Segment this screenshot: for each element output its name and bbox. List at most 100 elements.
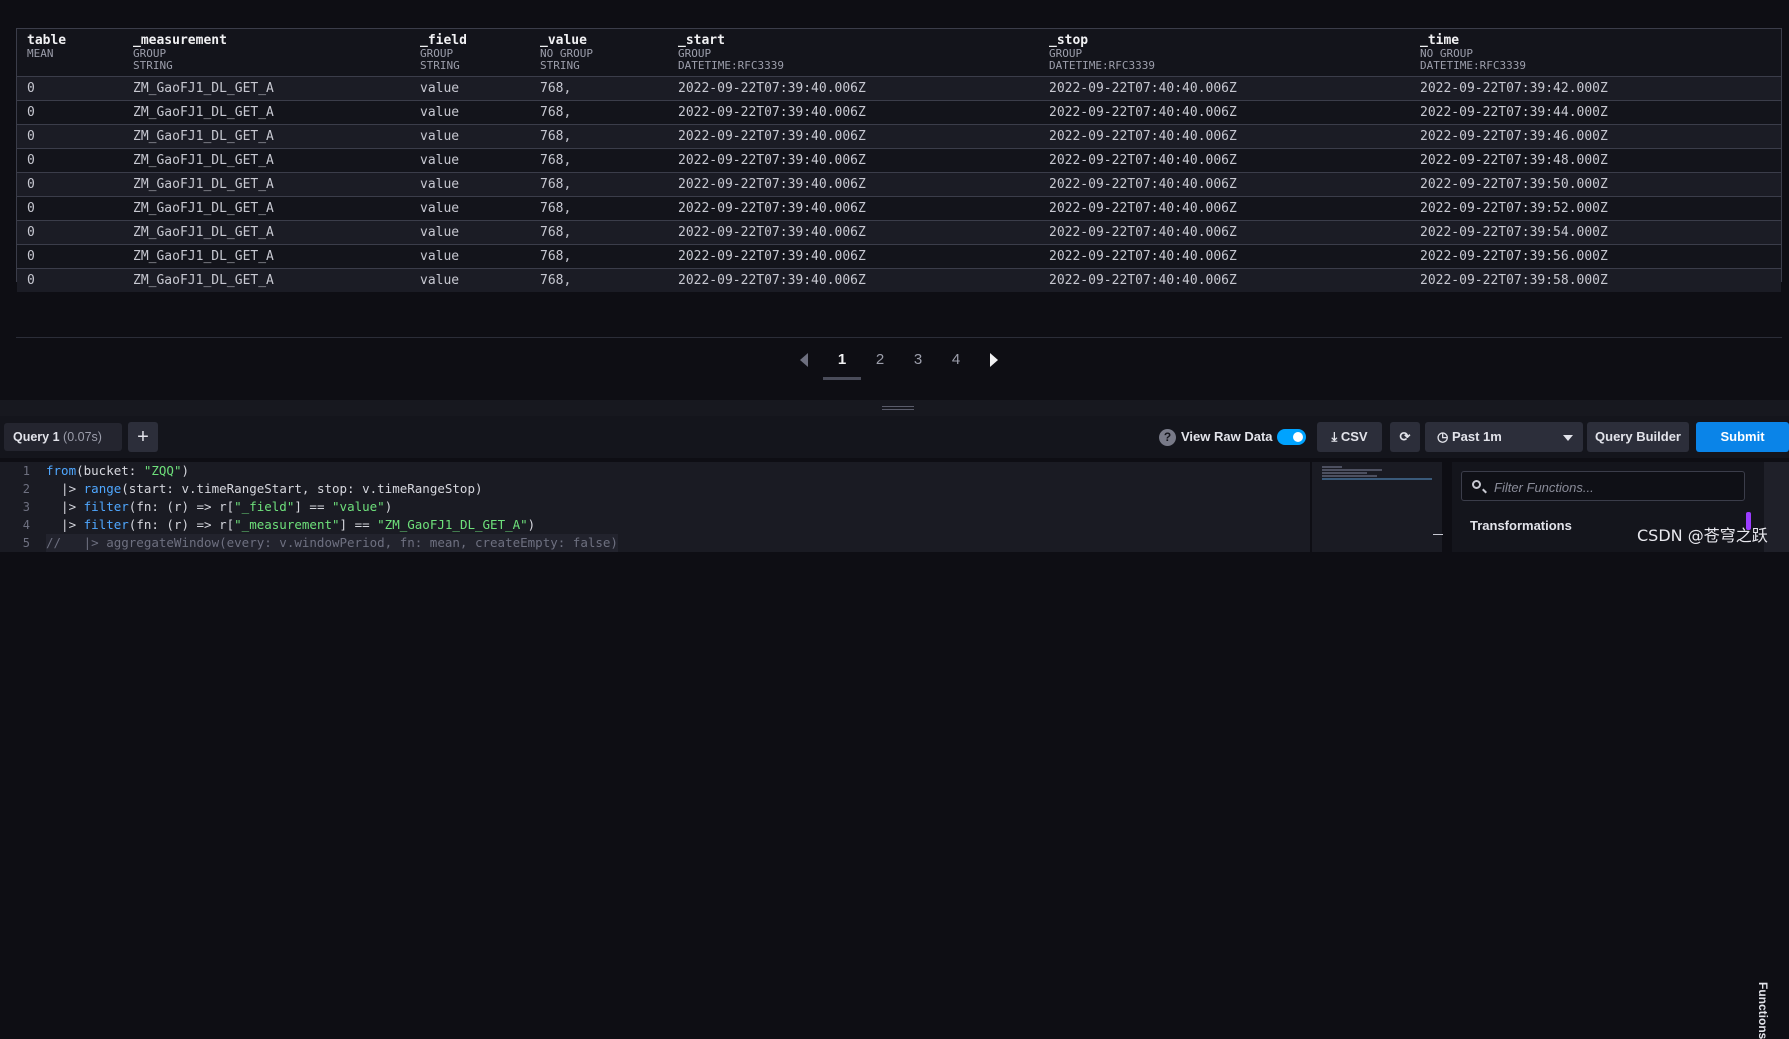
code-token: (fn: (r) => r[ bbox=[128, 499, 235, 514]
query-tab[interactable]: Query 1 (0.07s) bbox=[4, 423, 122, 451]
code-line[interactable]: |> filter(fn: (r) => r["_measurement"] =… bbox=[46, 516, 618, 534]
filter-functions-field[interactable] bbox=[1461, 471, 1745, 501]
code-token: ) bbox=[527, 517, 536, 532]
table-body: 0 ZM_GaoFJ1_DL_GET_A value 768, 2022-09-22T0… bbox=[17, 77, 1781, 292]
table-row: 0 ZM_GaoFJ1_DL_GET_A value 768, 2022-09-22T0… bbox=[17, 269, 1781, 292]
table-cell: 2022-09-22T07:39:40.006Z bbox=[678, 105, 866, 120]
editor-cursor bbox=[1433, 534, 1443, 535]
table-cell: value bbox=[420, 201, 460, 216]
flux-editor[interactable]: 1 2 3 4 5 from(bucket: "ZQQ") |> range(start… bbox=[0, 462, 1310, 552]
functions-side-tab[interactable]: Functions bbox=[1756, 462, 1789, 1039]
table-cell: ZM_GaoFJ1_DL_GET_A bbox=[133, 129, 274, 144]
table-cell: 2022-09-22T07:39:50.000Z bbox=[1420, 177, 1608, 192]
column-header[interactable]: _field GROUP STRING bbox=[420, 33, 467, 72]
code-token: ) bbox=[181, 463, 190, 478]
table-cell: 0 bbox=[27, 177, 35, 192]
table-cell: 2022-09-22T07:39:48.000Z bbox=[1420, 153, 1608, 168]
code-token: // |> aggregateWindow(every: v.windowPer… bbox=[46, 535, 618, 550]
help-icon[interactable]: ? bbox=[1159, 429, 1176, 446]
submit-button[interactable]: Submit bbox=[1696, 422, 1789, 452]
minimap-line bbox=[1322, 475, 1377, 477]
table-cell: 768, bbox=[540, 249, 572, 264]
minimap-line bbox=[1322, 466, 1342, 468]
table-cell: ZM_GaoFJ1_DL_GET_A bbox=[133, 153, 274, 168]
code-line[interactable]: // |> aggregateWindow(every: v.windowPer… bbox=[46, 534, 618, 552]
add-query-button[interactable]: + bbox=[128, 422, 158, 452]
table-cell: 0 bbox=[27, 273, 35, 288]
clock-icon: ◷ bbox=[1437, 429, 1449, 444]
code-token: (start: v.timeRangeStart, stop: v.timeRa… bbox=[121, 481, 483, 496]
column-meta: STRING bbox=[133, 59, 173, 72]
table-cell: ZM_GaoFJ1_DL_GET_A bbox=[133, 273, 274, 288]
code-line[interactable]: |> filter(fn: (r) => r["_field"] == "val… bbox=[46, 498, 618, 516]
table-cell: ZM_GaoFJ1_DL_GET_A bbox=[133, 177, 274, 192]
table-cell: value bbox=[420, 225, 460, 240]
table-cell: 2022-09-22T07:39:58.000Z bbox=[1420, 273, 1608, 288]
query-builder-button[interactable]: Query Builder bbox=[1587, 422, 1689, 452]
active-page-indicator bbox=[823, 377, 861, 380]
line-number: 5 bbox=[22, 536, 30, 550]
code-area[interactable]: from(bucket: "ZQQ") |> range(start: v.ti… bbox=[46, 462, 618, 552]
table-cell: 0 bbox=[27, 225, 35, 240]
table-cell: 0 bbox=[27, 81, 35, 96]
code-token: |> bbox=[46, 481, 84, 496]
time-range-dropdown[interactable]: ◷ Past 1m bbox=[1425, 422, 1583, 452]
table-row: 0 ZM_GaoFJ1_DL_GET_A value 768, 2022-09-22T0… bbox=[17, 101, 1781, 125]
table-cell: 2022-09-22T07:39:40.006Z bbox=[678, 153, 866, 168]
page-2-link[interactable]: 2 bbox=[870, 350, 890, 370]
table-cell: ZM_GaoFJ1_DL_GET_A bbox=[133, 201, 274, 216]
column-meta: MEAN bbox=[27, 47, 54, 60]
table-cell: value bbox=[420, 105, 460, 120]
table-cell: value bbox=[420, 249, 460, 264]
page-4-link[interactable]: 4 bbox=[946, 350, 966, 370]
column-meta: DATETIME:RFC3339 bbox=[678, 59, 784, 72]
table-cell: 0 bbox=[27, 129, 35, 144]
code-token: filter bbox=[83, 499, 129, 514]
column-name: _time bbox=[1420, 33, 1460, 48]
table-row: 0 ZM_GaoFJ1_DL_GET_A value 768, 2022-09-22T0… bbox=[17, 77, 1781, 101]
filter-functions-input[interactable] bbox=[1492, 477, 1736, 497]
column-header[interactable]: _value NO GROUP STRING bbox=[540, 33, 593, 72]
page-1-link[interactable]: 1 bbox=[832, 350, 852, 370]
query-tab-label: Query 1 bbox=[13, 430, 60, 444]
table-cell: value bbox=[420, 81, 460, 96]
resize-divider[interactable] bbox=[0, 400, 1789, 416]
table-cell: 2022-09-22T07:39:42.000Z bbox=[1420, 81, 1608, 96]
table-cell: 0 bbox=[27, 153, 35, 168]
code-token: ] == bbox=[339, 517, 378, 532]
code-token: |> bbox=[46, 499, 84, 514]
column-header[interactable]: _measurement GROUP STRING bbox=[133, 33, 227, 72]
next-page-icon[interactable] bbox=[990, 353, 998, 367]
grip-icon[interactable] bbox=[882, 406, 914, 407]
table-cell: 2022-09-22T07:40:40.006Z bbox=[1049, 225, 1237, 240]
csv-download-button[interactable]: ⤓ CSV bbox=[1317, 422, 1382, 452]
code-line[interactable]: from(bucket: "ZQQ") bbox=[46, 462, 618, 480]
refresh-button[interactable]: ⟳ bbox=[1390, 422, 1420, 452]
table-row: 0 ZM_GaoFJ1_DL_GET_A value 768, 2022-09-22T0… bbox=[17, 245, 1781, 269]
column-header[interactable]: table MEAN bbox=[27, 33, 66, 60]
pagination: 1 2 3 4 bbox=[0, 350, 1789, 380]
minimap-line bbox=[1322, 472, 1367, 474]
prev-page-icon[interactable] bbox=[800, 353, 808, 367]
table-cell: 0 bbox=[27, 249, 35, 264]
column-name: _value bbox=[540, 33, 587, 48]
line-number: 3 bbox=[22, 500, 30, 514]
code-token: (bucket: bbox=[76, 463, 144, 478]
column-meta: STRING bbox=[420, 59, 460, 72]
code-token: filter bbox=[83, 517, 129, 532]
column-header[interactable]: _start GROUP DATETIME:RFC3339 bbox=[678, 33, 784, 72]
code-line[interactable]: |> range(start: v.timeRangeStart, stop: … bbox=[46, 480, 618, 498]
column-header[interactable]: _time NO GROUP DATETIME:RFC3339 bbox=[1420, 33, 1526, 72]
column-meta: DATETIME:RFC3339 bbox=[1049, 59, 1155, 72]
minimap-line bbox=[1322, 478, 1432, 480]
view-raw-data-toggle[interactable] bbox=[1277, 429, 1306, 445]
column-header[interactable]: _stop GROUP DATETIME:RFC3339 bbox=[1049, 33, 1155, 72]
editor-minimap[interactable] bbox=[1312, 462, 1442, 552]
code-token: ] == bbox=[294, 499, 333, 514]
page-3-link[interactable]: 3 bbox=[908, 350, 928, 370]
table-cell: 2022-09-22T07:40:40.006Z bbox=[1049, 81, 1237, 96]
chevron-down-icon bbox=[1563, 435, 1573, 441]
table-cell: 2022-09-22T07:40:40.006Z bbox=[1049, 249, 1237, 264]
table-row: 0 ZM_GaoFJ1_DL_GET_A value 768, 2022-09-22T0… bbox=[17, 197, 1781, 221]
column-meta: STRING bbox=[540, 59, 580, 72]
